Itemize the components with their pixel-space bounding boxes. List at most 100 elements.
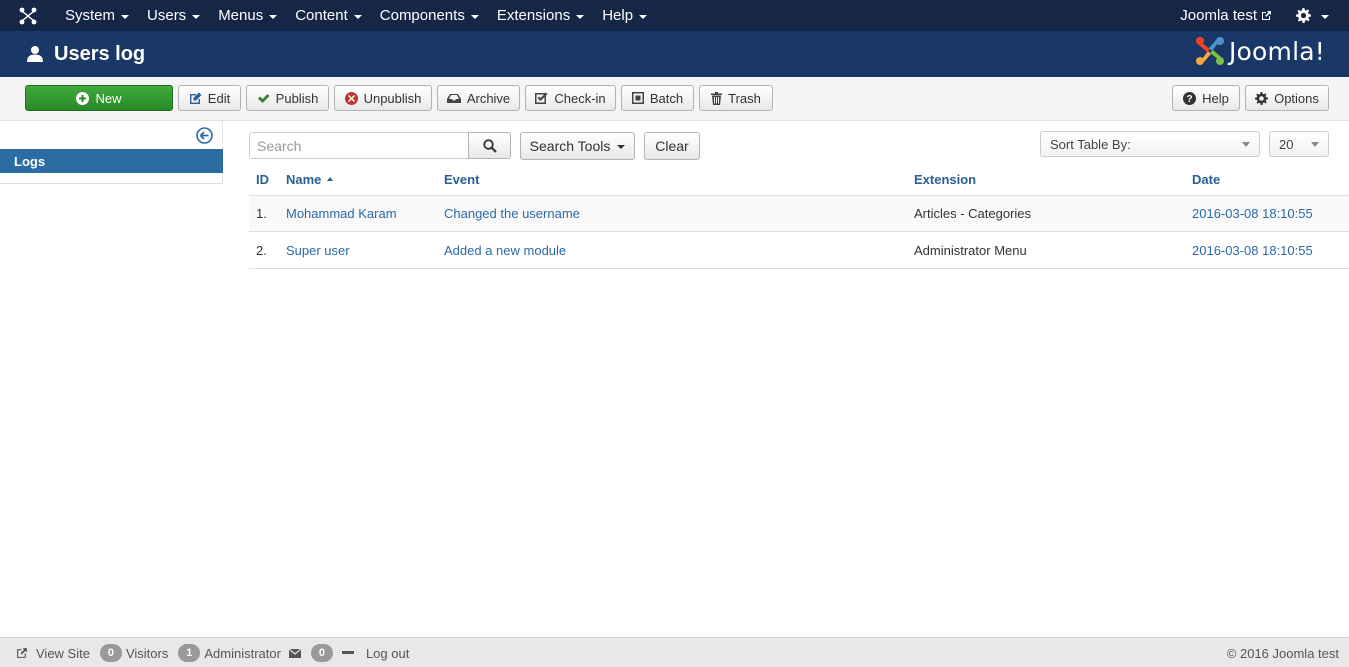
visitors-count-badge: 0: [99, 644, 122, 662]
menu-users[interactable]: Users: [138, 0, 209, 31]
trash-button-label: Trash: [728, 90, 761, 106]
help-button-label: Help: [1202, 90, 1229, 106]
search-tools-button[interactable]: Search Tools: [520, 132, 635, 160]
caret-down-icon: [470, 14, 479, 19]
limit-select[interactable]: 20: [1269, 131, 1329, 157]
column-header-event[interactable]: Event: [444, 163, 479, 195]
menu-content[interactable]: Content: [286, 0, 371, 31]
site-name: Joomla test: [1180, 7, 1257, 24]
search-input[interactable]: [249, 132, 469, 159]
unpublish-button[interactable]: Unpublish: [334, 85, 432, 111]
row-name-link[interactable]: Super user: [286, 233, 350, 268]
select-arrow-icon: [1311, 142, 1319, 147]
help-icon: ?: [1183, 91, 1197, 105]
archive-button[interactable]: Archive: [437, 85, 520, 111]
column-header-extension[interactable]: Extension: [914, 163, 976, 195]
logout-link[interactable]: Log out: [366, 646, 409, 661]
row-event-link[interactable]: Changed the username: [444, 196, 580, 231]
options-button[interactable]: Options: [1245, 85, 1329, 111]
messages-count-badge[interactable]: 0: [310, 644, 333, 662]
check-in-button-label: Check-in: [554, 90, 606, 106]
menu-menus[interactable]: Menus: [209, 0, 286, 31]
gear-icon: [1296, 8, 1311, 23]
page-header: Users log Joomla!: [0, 31, 1349, 77]
menu-label: Menus: [218, 7, 264, 24]
visitors-label[interactable]: Visitors: [126, 646, 168, 661]
row-date[interactable]: 2016-03-08 18:10:55: [1192, 196, 1313, 231]
footer-left: View Site 0 Visitors 1 Administrator 0 L…: [16, 638, 409, 667]
checkbox-icon: [535, 92, 548, 104]
row-id: 1.: [256, 206, 267, 221]
page-title: Users log: [26, 31, 145, 77]
search-button[interactable]: [468, 132, 511, 159]
trash-button[interactable]: Trash: [699, 85, 773, 111]
menu-label: Extensions: [496, 7, 571, 24]
arrow-left-circle-icon: [196, 127, 213, 144]
joomla-logo-text: Joomla!: [1228, 36, 1325, 66]
menu-label: Help: [602, 7, 634, 24]
limit-select-value: 20: [1279, 136, 1294, 152]
sidebar-item-label: Logs: [14, 153, 46, 169]
menu-system[interactable]: System: [56, 0, 138, 31]
new-button[interactable]: New: [25, 85, 173, 111]
menu-label: Content: [295, 7, 348, 24]
caret-down-icon: [576, 14, 585, 19]
joomla-logo: Joomla!: [1195, 35, 1325, 67]
admin-count-badge: 1: [178, 644, 201, 662]
sidebar-toggle-button[interactable]: [196, 127, 213, 147]
main-menu: System Users Menus Content Components Ex…: [56, 0, 656, 31]
menu-label: System: [65, 7, 116, 24]
navbar-right: Joomla test: [1180, 0, 1349, 31]
search-icon: [482, 138, 497, 153]
joomla-brand-icon[interactable]: [0, 0, 56, 31]
clear-button-label: Clear: [655, 138, 689, 154]
publish-button[interactable]: Publish: [246, 85, 329, 111]
row-date[interactable]: 2016-03-08 18:10:55: [1192, 233, 1313, 268]
options-button-label: Options: [1274, 90, 1319, 106]
check-in-button[interactable]: Check-in: [525, 85, 616, 111]
column-header-date[interactable]: Date: [1192, 163, 1220, 195]
row-event-link[interactable]: Added a new module: [444, 233, 566, 268]
status-footer: View Site 0 Visitors 1 Administrator 0 L…: [0, 637, 1349, 667]
envelope-icon: [288, 648, 301, 658]
menu-help[interactable]: Help: [593, 0, 656, 31]
caret-down-icon: [639, 14, 648, 19]
user-icon: [27, 46, 43, 62]
menu-extensions[interactable]: Extensions: [488, 0, 593, 31]
row-name-link[interactable]: Mohammad Karam: [286, 196, 397, 231]
plus-circle-icon: [76, 91, 90, 105]
help-button[interactable]: ? Help: [1172, 85, 1240, 111]
administrator-label[interactable]: Administrator: [204, 646, 281, 661]
search-tools-label: Search Tools: [529, 138, 611, 154]
check-icon: [257, 93, 270, 103]
copyright: © 2016 Joomla test: [1226, 645, 1339, 661]
select-arrow-icon: [1242, 142, 1250, 147]
batch-button[interactable]: Batch: [621, 85, 694, 111]
unpublish-button-label: Unpublish: [363, 90, 422, 106]
menu-components[interactable]: Components: [371, 0, 488, 31]
sort-select-value: Sort Table By:: [1050, 136, 1131, 152]
column-header-label: ID: [256, 171, 269, 187]
view-site-link[interactable]: View Site: [36, 646, 90, 661]
batch-icon: [631, 92, 644, 104]
sort-table-select[interactable]: Sort Table By:: [1040, 131, 1260, 157]
menu-label: Components: [379, 7, 465, 24]
clear-button[interactable]: Clear: [644, 132, 700, 160]
edit-button[interactable]: Edit: [178, 85, 241, 111]
table-header: ID Name Event Extension Date: [249, 163, 1349, 196]
column-header-name[interactable]: Name: [286, 163, 334, 195]
caret-down-icon: [1321, 14, 1329, 19]
archive-button-label: Archive: [466, 90, 511, 106]
sort-ascending-icon: [327, 177, 334, 181]
caret-down-icon: [121, 14, 130, 19]
row-extension: Administrator Menu: [914, 243, 1027, 258]
sidebar-item-logs[interactable]: Logs: [0, 149, 223, 173]
site-link[interactable]: Joomla test: [1180, 7, 1296, 24]
batch-button-label: Batch: [649, 90, 684, 106]
user-settings-menu[interactable]: [1296, 8, 1349, 23]
caret-down-icon: [192, 14, 201, 19]
gear-icon: [1255, 91, 1269, 105]
column-header-id[interactable]: ID: [256, 163, 269, 195]
toolbar: New Edit Publish Unpublish Archive Check…: [0, 77, 1349, 121]
row-id: 2.: [256, 243, 267, 258]
